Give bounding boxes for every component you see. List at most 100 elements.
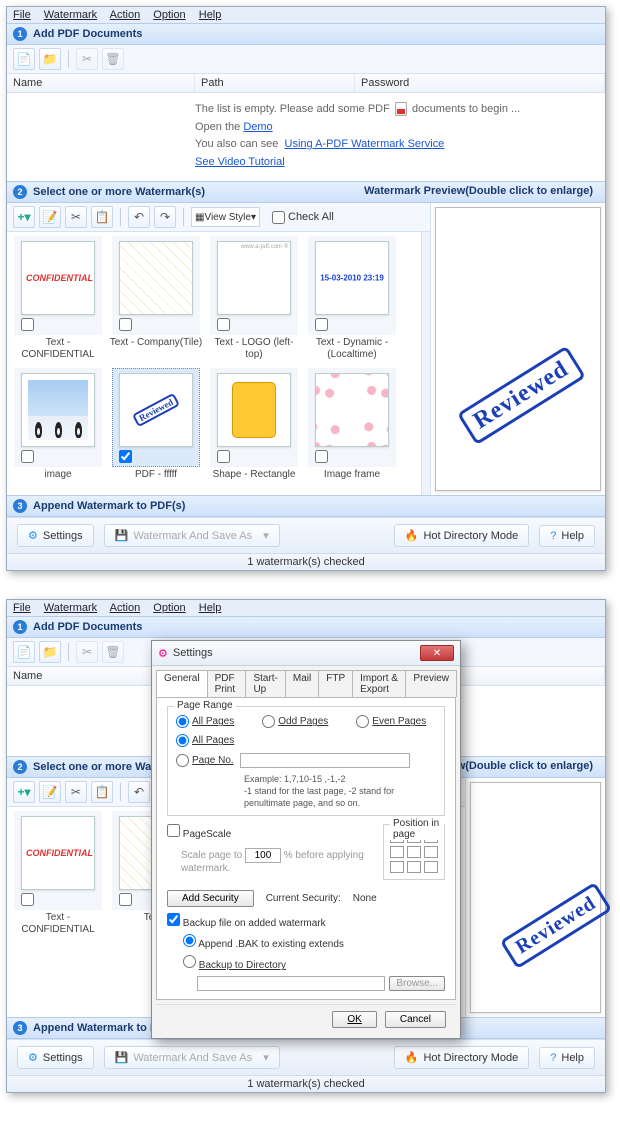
radio-page-no[interactable]: Page No.: [176, 754, 234, 767]
menu-option[interactable]: Option: [153, 602, 185, 614]
radio-append-bak[interactable]: Append .BAK to existing extends: [183, 939, 344, 950]
browse-button[interactable]: Browse...: [389, 976, 445, 991]
col-password[interactable]: Password: [355, 74, 605, 92]
preview-box[interactable]: Reviewed: [470, 782, 601, 1013]
radio-all-pages[interactable]: All Pages: [176, 715, 234, 728]
dialog-footer: OK Cancel: [156, 1004, 456, 1034]
edit-wm-button[interactable]: 📝: [39, 781, 61, 803]
hot-directory-button[interactable]: 🔥Hot Directory Mode: [394, 524, 529, 547]
thumb-cb[interactable]: [21, 318, 34, 331]
clear-button[interactable]: 🗑: [102, 48, 124, 70]
preview-box[interactable]: Reviewed: [435, 207, 601, 491]
demo-link[interactable]: Demo: [243, 121, 272, 133]
delete-wm-button[interactable]: ✂: [65, 781, 87, 803]
cancel-button[interactable]: Cancel: [385, 1011, 446, 1028]
backup-dir-input[interactable]: [197, 976, 385, 991]
backup-checkbox[interactable]: Backup file on added watermark: [167, 918, 326, 929]
add-security-button[interactable]: Add Security: [167, 890, 254, 907]
tab-ftp[interactable]: FTP: [318, 670, 353, 697]
clear-button[interactable]: 🗑: [102, 641, 124, 663]
settings-button[interactable]: ⚙Settings: [17, 1046, 94, 1069]
radio-backup-dir[interactable]: Backup to Directory: [183, 960, 286, 971]
edit-wm-button[interactable]: 📝: [39, 206, 61, 228]
viewstyle-dropdown[interactable]: ▦ View Style ▾: [191, 207, 260, 227]
close-button[interactable]: ✕: [420, 645, 454, 661]
thumb-dynamic-localtime[interactable]: 15-03-2010 23:19: [308, 236, 396, 335]
remove-button[interactable]: ✂: [76, 48, 98, 70]
thumb-confidential[interactable]: CONFIDENTIAL: [14, 236, 102, 335]
tab-import-export[interactable]: Import & Export: [352, 670, 406, 697]
menu-watermark[interactable]: Watermark: [44, 602, 97, 614]
pagescale-checkbox[interactable]: PageScale: [167, 829, 231, 840]
scale-input[interactable]: [245, 848, 281, 863]
col-path[interactable]: Path: [195, 74, 355, 92]
help-button[interactable]: ?Help: [539, 1047, 595, 1069]
thumb-cb[interactable]: [315, 318, 328, 331]
thumb-cb[interactable]: [21, 450, 34, 463]
thumb-cb[interactable]: [119, 318, 132, 331]
thumb-image[interactable]: [14, 368, 102, 467]
copy-wm-button[interactable]: 📋: [91, 781, 113, 803]
preview-stamp: Reviewed: [457, 346, 586, 446]
add-file-button[interactable]: 📄: [13, 641, 35, 663]
tab-preview[interactable]: Preview: [405, 670, 457, 697]
menu-file[interactable]: File: [13, 602, 31, 614]
add-wm-button[interactable]: +▾: [13, 781, 35, 803]
menu-action[interactable]: Action: [110, 9, 141, 21]
menu-help[interactable]: Help: [199, 602, 222, 614]
thumb-confidential[interactable]: CONFIDENTIAL: [14, 811, 102, 910]
pos-bc[interactable]: [407, 861, 421, 873]
watermark-save-button[interactable]: 💾Watermark And Save As ▾: [104, 524, 280, 547]
menu-action[interactable]: Action: [110, 602, 141, 614]
hot-directory-button[interactable]: 🔥Hot Directory Mode: [394, 1046, 529, 1069]
add-file-button[interactable]: 📄: [13, 48, 35, 70]
pos-mc[interactable]: [407, 846, 421, 858]
thumb-cb[interactable]: [217, 450, 230, 463]
checkall-wrap[interactable]: Check All: [272, 211, 334, 224]
checkall-checkbox[interactable]: [272, 211, 285, 224]
tab-pdfprint[interactable]: PDF Print: [207, 670, 247, 697]
ok-button[interactable]: OK: [332, 1011, 376, 1028]
copy-wm-button[interactable]: 📋: [91, 206, 113, 228]
video-tutorial-link[interactable]: See Video Tutorial: [195, 156, 285, 168]
thumb-image-frame[interactable]: [308, 368, 396, 467]
pos-mr[interactable]: [424, 846, 438, 858]
status-bar: 1 watermark(s) checked: [7, 1075, 605, 1092]
thumbs-scrollbar[interactable]: [421, 232, 430, 495]
pos-bl[interactable]: [390, 861, 404, 873]
tab-general[interactable]: General: [156, 670, 208, 697]
position-label: Position in page: [390, 818, 444, 840]
delete-wm-button[interactable]: ✂: [65, 206, 87, 228]
thumb-shape-rectangle[interactable]: [210, 368, 298, 467]
add-folder-button[interactable]: 📁: [39, 641, 61, 663]
add-folder-button[interactable]: 📁: [39, 48, 61, 70]
thumb-cb[interactable]: [119, 450, 132, 463]
col-name[interactable]: Name: [7, 74, 195, 92]
redo-button[interactable]: ↷: [154, 206, 176, 228]
undo-button[interactable]: ↶: [128, 781, 150, 803]
menu-option[interactable]: Option: [153, 9, 185, 21]
undo-button[interactable]: ↶: [128, 206, 150, 228]
thumb-pdf-fffff[interactable]: Reviewed: [112, 368, 200, 467]
tab-startup[interactable]: Start-Up: [245, 670, 285, 697]
add-wm-button[interactable]: +▾: [13, 206, 35, 228]
tab-mail[interactable]: Mail: [285, 670, 319, 697]
page-no-input[interactable]: [240, 753, 410, 768]
thumb-cb[interactable]: [217, 318, 230, 331]
menu-help[interactable]: Help: [199, 9, 222, 21]
remove-button[interactable]: ✂: [76, 641, 98, 663]
help-button[interactable]: ?Help: [539, 525, 595, 547]
pos-br[interactable]: [424, 861, 438, 873]
menu-file[interactable]: File: [13, 9, 31, 21]
thumb-cb[interactable]: [315, 450, 328, 463]
settings-button[interactable]: ⚙Settings: [17, 524, 94, 547]
watermark-save-button[interactable]: 💾Watermark And Save As ▾: [104, 1046, 280, 1069]
menu-watermark[interactable]: Watermark: [44, 9, 97, 21]
pos-ml[interactable]: [390, 846, 404, 858]
service-link[interactable]: Using A-PDF Watermark Service: [285, 138, 445, 150]
radio-odd-pages[interactable]: Odd Pages: [262, 715, 328, 728]
radio-all-pages-2[interactable]: All Pages: [176, 734, 234, 747]
radio-even-pages[interactable]: Even Pages: [356, 715, 426, 728]
thumb-logo-lefttop[interactable]: www.a-pdf.com ®: [210, 236, 298, 335]
thumb-company-tile[interactable]: [112, 236, 200, 335]
